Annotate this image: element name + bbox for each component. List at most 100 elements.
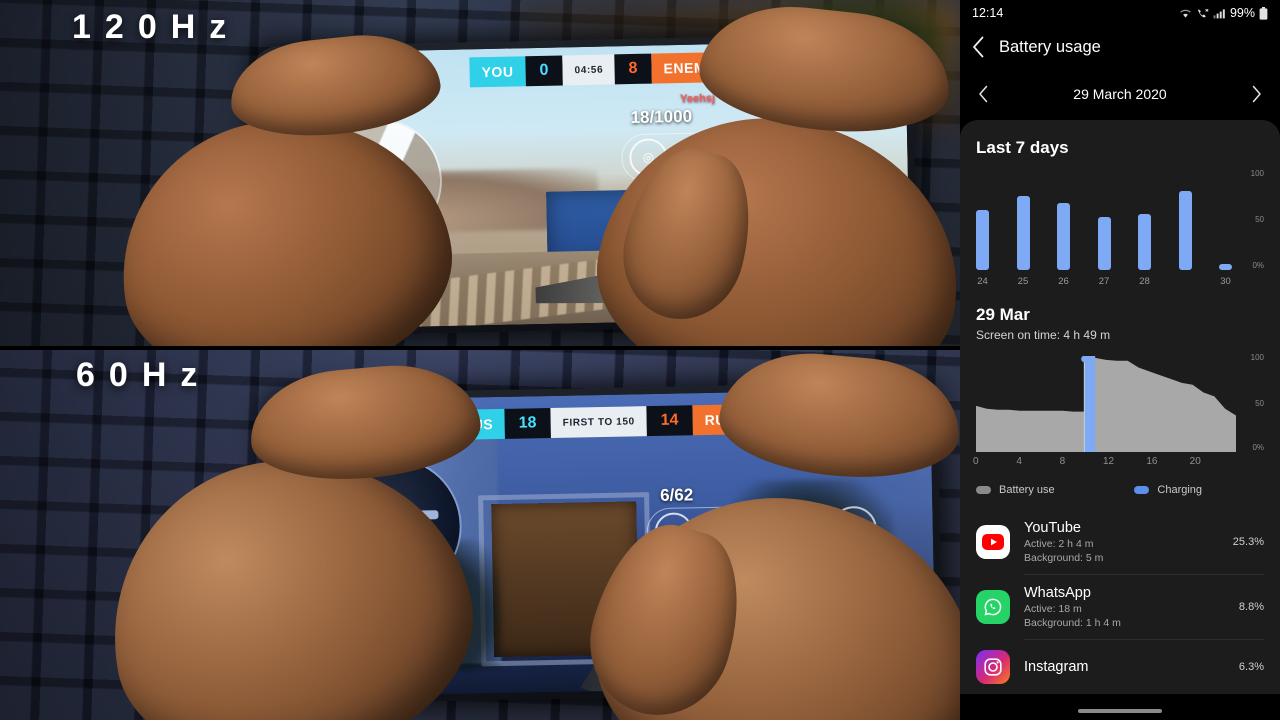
panel-divider <box>0 346 960 350</box>
youtube-glyph <box>982 534 1004 550</box>
app-name: Instagram <box>1024 659 1089 675</box>
app-bar: Battery usage <box>960 26 1280 68</box>
app-active-time: Active: 18 m <box>1024 603 1082 615</box>
charging-marker-dot <box>1081 356 1088 363</box>
bar-column <box>1016 174 1030 270</box>
timeline-x-label: 16 <box>1146 456 1158 467</box>
battery-percent-label: 99% <box>1229 6 1255 20</box>
chevron-right-icon <box>1252 85 1261 103</box>
whatsapp-glyph <box>984 598 1002 616</box>
chevron-left-icon <box>979 85 988 103</box>
bar-chart-x-labels: 24 25 26 27 28 29 30 <box>976 276 1264 287</box>
bar-chart-x-label[interactable]: 27 <box>1098 276 1111 287</box>
timeline-x-label: 8 <box>1059 456 1066 467</box>
bar <box>1016 196 1030 270</box>
video-panel-120hz: YOU 0 04:56 8 ENEMY Yeehsj dpumsiO 18/10… <box>0 0 960 346</box>
home-indicator[interactable] <box>1078 709 1162 713</box>
timeline-x-label: 12 <box>1103 456 1115 467</box>
timeline-x-label: 20 <box>1189 456 1201 467</box>
bar <box>1178 191 1192 270</box>
bar-chart-x-label[interactable]: 25 <box>1017 276 1030 287</box>
page-title: Battery usage <box>999 37 1101 56</box>
battery-use-area <box>976 357 1236 452</box>
instagram-icon <box>976 650 1010 684</box>
app-row-whatsapp[interactable]: WhatsApp Active: 18 m Background: 1 h 4 … <box>976 575 1264 639</box>
wifi-icon <box>1180 9 1191 18</box>
status-bar: 12:14 99% <box>960 0 1280 26</box>
status-icons: 99% <box>1179 6 1268 20</box>
timeline-x-labels: 0 4 8 12 16 20 <box>973 456 1264 470</box>
bar <box>1057 202 1070 270</box>
refresh-rate-label-120hz: 120Hz <box>72 8 241 46</box>
bar-chart-x-label[interactable]: 28 <box>1138 276 1151 287</box>
bar-column <box>976 174 989 270</box>
timeline-ylabel-50: 50 <box>1255 399 1264 408</box>
bar <box>976 210 989 270</box>
bar-column <box>1097 174 1111 270</box>
battery-usage-screen: 12:14 99% Battery usage 29 March 2020 La… <box>960 0 1280 720</box>
app-row-youtube[interactable]: YouTube Active: 2 h 4 m Background: 5 m … <box>976 510 1264 574</box>
back-arrow-icon[interactable] <box>972 36 985 58</box>
timeline-ylabel-100: 100 <box>1250 353 1264 362</box>
bar-column <box>1219 174 1232 270</box>
bar <box>1097 217 1111 270</box>
battery-timeline-chart: 100 50 0% <box>976 353 1264 452</box>
screenshot-root: YOU 0 04:56 8 ENEMY Yeehsj dpumsiO 18/10… <box>0 0 1280 720</box>
day-detail-section: 29 Mar Screen on time: 4 h 49 m 100 50 0… <box>960 287 1280 510</box>
instagram-glyph <box>984 658 1002 676</box>
selected-date-label: 29 March 2020 <box>1073 86 1167 102</box>
bar-chart-x-label[interactable]: 24 <box>976 276 989 287</box>
bar-chart-ylabel-100: 100 <box>1250 169 1264 178</box>
youtube-icon <box>976 525 1010 559</box>
legend-battery-use: Battery use <box>976 484 1134 496</box>
legend-swatch-battery-use <box>976 486 991 494</box>
day-title: 29 Mar <box>976 305 1030 324</box>
timeline-x-label: 4 <box>1016 456 1022 467</box>
weekly-bar-chart: 100 50 0% <box>976 169 1264 270</box>
app-percent: 8.8% <box>1238 601 1264 613</box>
timeline-legend: Battery use Charging <box>976 484 1264 510</box>
video-panel-60hz: US 18 FIRST TO 150 14 RU 🗡 6/62 ◎ ⊘ S <box>0 350 960 720</box>
app-percent: 6.3% <box>1238 661 1264 673</box>
app-background-time: Background: 5 m <box>1024 552 1104 564</box>
battery-icon <box>1259 6 1268 20</box>
app-name: WhatsApp <box>1024 585 1091 601</box>
bar-chart-x-label[interactable]: 29 <box>1179 276 1192 287</box>
legend-label-charging: Charging <box>1157 484 1203 496</box>
app-name: YouTube <box>1024 520 1081 536</box>
charging-band <box>1084 356 1096 452</box>
bar-column <box>1178 174 1192 270</box>
video-comparison-area: YOU 0 04:56 8 ENEMY Yeehsj dpumsiO 18/10… <box>0 0 960 720</box>
bar <box>1138 214 1151 270</box>
app-text-youtube: YouTube Active: 2 h 4 m Background: 5 m <box>1010 520 1225 564</box>
date-navigator: 29 March 2020 <box>960 68 1280 120</box>
next-day-button[interactable] <box>1251 85 1262 103</box>
whatsapp-icon <box>976 590 1010 624</box>
screen-on-time: Screen on time: 4 h 49 m <box>976 328 1111 342</box>
timeline-ylabel-0: 0% <box>1252 443 1264 452</box>
previous-day-button[interactable] <box>978 85 989 103</box>
app-text-whatsapp: WhatsApp Active: 18 m Background: 1 h 4 … <box>1010 585 1231 629</box>
bar-column <box>1138 174 1151 270</box>
app-usage-list: YouTube Active: 2 h 4 m Background: 5 m … <box>960 510 1280 694</box>
call-icon <box>1197 8 1209 17</box>
bar-chart-ylabel-0: 0% <box>1252 261 1264 270</box>
app-percent: 25.3% <box>1232 536 1264 548</box>
bar-chart-ylabel-50: 50 <box>1255 215 1264 224</box>
app-active-time: Active: 2 h 4 m <box>1024 538 1094 550</box>
bar-column <box>1057 174 1070 270</box>
app-row-instagram[interactable]: Instagram 6.3% <box>976 640 1264 694</box>
timeline-area-plot <box>976 356 1236 452</box>
navigation-bar <box>960 702 1280 720</box>
signal-icon <box>1213 8 1225 18</box>
last-7-days-title: Last 7 days <box>976 138 1069 157</box>
app-text-instagram: Instagram <box>1010 659 1231 675</box>
refresh-rate-label-60hz: 60Hz <box>76 356 212 394</box>
app-background-time: Background: 1 h 4 m <box>1024 617 1121 629</box>
bar-chart-x-label[interactable]: 26 <box>1057 276 1070 287</box>
legend-charging: Charging <box>1134 484 1202 496</box>
bar <box>1219 264 1232 270</box>
bar-chart-x-label[interactable]: 30 <box>1219 276 1232 287</box>
bar-chart-plot <box>976 174 1232 270</box>
status-clock: 12:14 <box>972 6 1004 20</box>
